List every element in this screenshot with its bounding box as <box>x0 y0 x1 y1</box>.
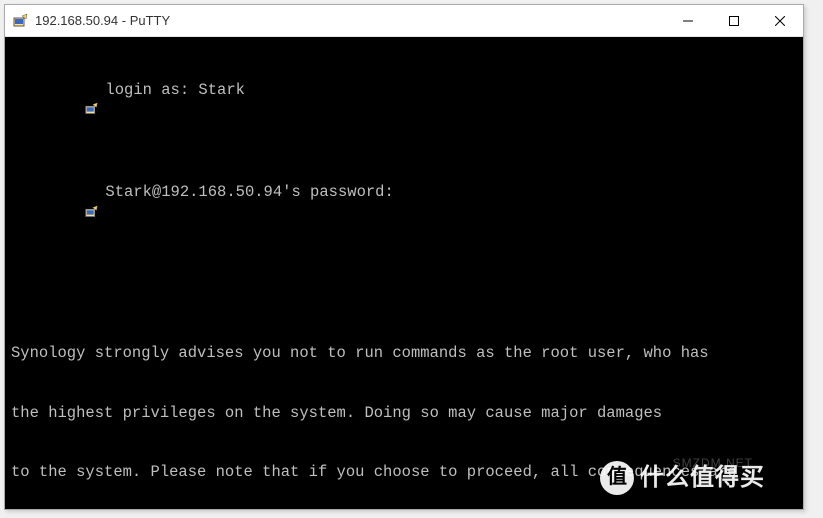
putty-prompt-icon <box>11 185 99 245</box>
login-as-line: login as: Stark <box>105 81 245 101</box>
putty-prompt-icon <box>11 83 99 143</box>
maximize-button[interactable] <box>711 5 757 37</box>
minimize-button[interactable] <box>665 5 711 37</box>
password-prompt-line: Stark@192.168.50.94's password: <box>105 183 393 203</box>
warning-text: the highest privileges on the system. Do… <box>11 404 797 424</box>
watermark: 值 什么值得买 <box>600 461 765 495</box>
putty-window: 192.168.50.94 - PuTTY login as: Stark <box>4 4 804 510</box>
watermark-text: 什么值得买 <box>640 463 765 494</box>
window-title: 192.168.50.94 - PuTTY <box>35 13 665 28</box>
warning-text: Synology strongly advises you not to run… <box>11 344 797 364</box>
putty-icon <box>13 13 29 29</box>
close-button[interactable] <box>757 5 803 37</box>
watermark-logo-icon: 值 <box>600 461 634 495</box>
titlebar[interactable]: 192.168.50.94 - PuTTY <box>5 5 803 37</box>
window-controls <box>665 5 803 36</box>
terminal[interactable]: login as: Stark Stark@192.168.50.94's pa… <box>5 37 803 509</box>
